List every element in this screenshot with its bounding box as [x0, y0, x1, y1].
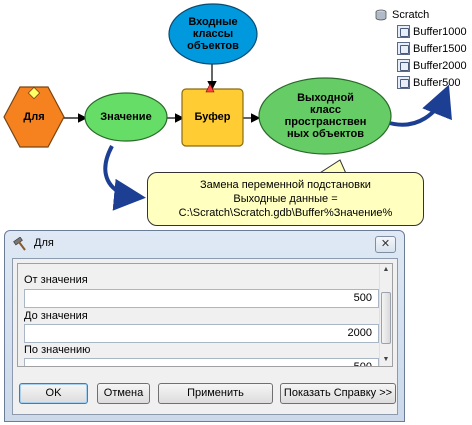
node-input-line: Входные [188, 16, 238, 28]
feature-class-icon [397, 42, 410, 55]
parameters-panel: От значения 500 До значения 2000 По знач… [17, 263, 393, 367]
param-label-by: По значению [24, 344, 91, 356]
param-label-from: От значения [24, 274, 88, 286]
scroll-up-icon[interactable]: ▲ [380, 264, 392, 276]
node-input-line: классы [192, 28, 234, 40]
substitution-arrow-right [385, 84, 452, 127]
catalog-root-label: Scratch [392, 8, 430, 21]
apply-button[interactable]: Применить [158, 383, 273, 404]
cancel-button[interactable]: Отмена [97, 383, 150, 404]
node-buffer-label: Буфер [194, 111, 231, 123]
node-value-label: Значение [100, 111, 152, 123]
node-for-label: Для [23, 111, 45, 123]
feature-class-icon [397, 76, 410, 89]
dialog-title: Для [34, 237, 54, 249]
scroll-down-icon[interactable]: ▼ [380, 354, 392, 366]
param-input-to[interactable]: 2000 [24, 324, 379, 343]
node-input-line: объектов [187, 40, 239, 52]
scrollbar-thumb[interactable] [381, 292, 391, 344]
database-icon [375, 9, 387, 20]
param-input-from[interactable]: 500 [24, 289, 379, 308]
callout-line: C:\Scratch\Scratch.gdb\Buffer%Значение% [178, 207, 393, 219]
catalog-item[interactable]: Buffer2000 [375, 57, 467, 74]
node-output-line: Выходной [297, 92, 354, 104]
node-output-line: ных объектов [287, 128, 364, 140]
close-button[interactable]: ✕ [375, 236, 396, 253]
callout-line: Выходные данные = [233, 193, 338, 205]
catalog-item-label: Buffer500 [413, 76, 461, 89]
substitution-arrow-left [103, 145, 146, 211]
feature-class-icon [397, 25, 410, 38]
node-output-line: класс [310, 104, 341, 116]
feature-class-icon [397, 59, 410, 72]
catalog-root[interactable]: Scratch [375, 6, 467, 23]
node-input-label: Входные классы объектов [169, 10, 257, 58]
catalog-item[interactable]: Buffer1000 [375, 23, 467, 40]
catalog-item-label: Buffer1500 [413, 42, 467, 55]
dialog-titlebar[interactable]: Для ✕ [5, 231, 404, 257]
catalog-item-label: Buffer1000 [413, 25, 467, 38]
callout-line: Замена переменной подстановки [200, 179, 371, 191]
node-output-label: Выходной класс пространствен ных объекто… [260, 90, 391, 142]
for-dialog: Для ✕ От значения 500 До значения 2000 П… [4, 230, 405, 422]
param-label-to: До значения [24, 310, 88, 322]
dialog-client: От значения 500 До значения 2000 По знач… [12, 258, 398, 415]
hammer-icon [13, 237, 26, 251]
catalog-item[interactable]: Buffer1500 [375, 40, 467, 57]
param-input-by[interactable]: 500 [24, 358, 379, 366]
substitution-callout: Замена переменной подстановки Выходные д… [147, 172, 424, 226]
tool-marker-icon [205, 83, 215, 93]
ok-button[interactable]: OK [19, 383, 88, 404]
node-output-line: пространствен [284, 116, 367, 128]
catalog-item-label: Buffer2000 [413, 59, 467, 72]
params-scrollbar[interactable]: ▲ ▼ [379, 264, 392, 366]
catalog-item[interactable]: Buffer500 [375, 74, 467, 91]
catalog-tree: Scratch Buffer1000 Buffer1500 Buffer2000… [375, 6, 467, 91]
show-help-button[interactable]: Показать Справку >> [280, 383, 396, 404]
